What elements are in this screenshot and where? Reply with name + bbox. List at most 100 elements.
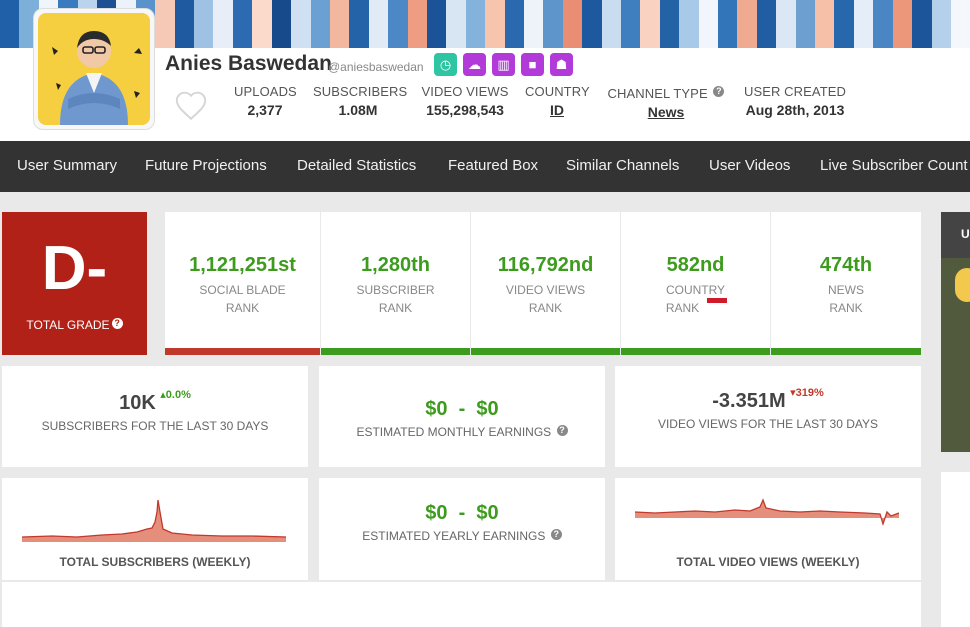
banner-stripe: [698, 0, 719, 48]
banner-stripe: [776, 0, 796, 48]
banner-stripe: [329, 0, 350, 48]
banner-stripe: [407, 0, 427, 48]
banner-stripe: [931, 0, 951, 48]
nav-user-summary[interactable]: User Summary: [17, 157, 117, 174]
users-icon[interactable]: ☗: [550, 53, 573, 76]
rank-bar: [165, 348, 320, 355]
cloud-upload-icon[interactable]: ☁: [463, 53, 486, 76]
banner-stripe: [640, 0, 660, 48]
banner-stripe: [232, 0, 253, 48]
side-panel: U: [941, 212, 970, 452]
news-rank-card: 474th NEWS RANK: [771, 212, 921, 355]
rank-label: SUBSCRIBER RANK: [321, 281, 470, 317]
views-stat: VIDEO VIEWS 155,298,543: [420, 84, 510, 118]
subscribers-weekly-label: TOTAL SUBSCRIBERS (WEEKLY): [59, 555, 251, 569]
views-30-days-value: -3.351M: [712, 390, 786, 412]
bottom-card: [2, 582, 921, 627]
views-weekly-card: TOTAL VIDEO VIEWS (WEEKLY): [615, 478, 921, 580]
nav-future-projections[interactable]: Future Projections: [145, 157, 267, 174]
social-blade-rank-card: 1,121,251st SOCIAL BLADE RANK: [165, 212, 320, 355]
help-icon[interactable]: ?: [550, 529, 562, 540]
banner-stripe: [388, 0, 408, 48]
channel-type-label-row: CHANNEL TYPE ?: [606, 86, 726, 101]
banner-stripe: [543, 0, 563, 48]
grade-label-row: TOTAL GRADE?: [2, 318, 147, 332]
rank-bar: [621, 348, 770, 355]
stats-icon[interactable]: ▥: [492, 53, 515, 76]
banner-stripe: [815, 0, 835, 48]
heart-icon[interactable]: [174, 89, 208, 123]
clock-icon[interactable]: ◷: [434, 53, 457, 76]
rank-value: 1,121,251st: [189, 254, 296, 276]
rank-label-line1: NEWS: [828, 283, 864, 297]
help-icon[interactable]: ?: [111, 318, 123, 329]
rank-label-line1: VIDEO VIEWS: [505, 283, 586, 297]
rank-label: VIDEO VIEWS RANK: [471, 281, 620, 317]
subscribers-change-value: 0.0%: [165, 389, 191, 401]
channel-header: Anies Baswedan @aniesbaswedan ◷ ☁ ▥ ■ ☗ UPLO…: [0, 8, 970, 141]
views-label: VIDEO VIEWS: [421, 84, 509, 99]
monthly-earnings-card: $0 - $0 ESTIMATED MONTHLY EARNINGS ?: [319, 366, 605, 467]
grade-value: D-: [41, 234, 108, 303]
help-icon[interactable]: ?: [556, 425, 568, 436]
banner-stripe: [737, 0, 757, 48]
rank-label-line1: SOCIAL BLADE: [199, 283, 286, 297]
nav-featured-box[interactable]: Featured Box: [448, 157, 538, 174]
banner-stripe: [562, 0, 583, 48]
subscribers-30-days-value: 10K: [119, 392, 156, 414]
banner-stripe: [252, 0, 272, 48]
monthly-earnings-value: $0 - $0: [425, 398, 499, 420]
banner-stripe: [504, 0, 524, 48]
avatar-illustration: [38, 13, 150, 125]
uploads-label: UPLOADS: [234, 84, 297, 99]
rank-bar: [771, 348, 921, 355]
channel-type-link[interactable]: News: [606, 104, 726, 120]
channel-handle[interactable]: @aniesbaswedan: [328, 60, 424, 74]
rank-value: 582nd: [666, 254, 725, 276]
rank-value: 474th: [819, 254, 873, 276]
rank-label-line2: RANK: [665, 301, 700, 315]
nav-similar-channels[interactable]: Similar Channels: [566, 157, 679, 174]
banner-stripe: [194, 0, 214, 48]
banner-stripe: [271, 0, 292, 48]
uploads-stat: UPLOADS 2,377: [234, 84, 297, 118]
country-link[interactable]: ID: [525, 102, 589, 118]
yearly-earnings-card: $0 - $0 ESTIMATED YEARLY EARNINGS ?: [319, 478, 605, 580]
side-panel-avatar: [955, 268, 970, 302]
rank-label-line1: COUNTRY: [665, 283, 726, 297]
created-value: Aug 28th, 2013: [745, 102, 845, 118]
banner-stripe: [426, 0, 447, 48]
rank-bar: [321, 348, 470, 355]
banner-stripe: [756, 0, 777, 48]
help-icon[interactable]: ?: [713, 86, 725, 97]
rank-bar: [471, 348, 620, 355]
banner-stripe: [834, 0, 854, 48]
side-panel-lower: [941, 472, 970, 627]
nav-user-videos[interactable]: User Videos: [709, 157, 790, 174]
subscribers-weekly-sparkline: [22, 499, 287, 542]
side-panel-thumbnail[interactable]: [941, 258, 970, 452]
banner-stripe: [601, 0, 621, 48]
banner-stripe: [349, 0, 369, 48]
rank-label-line2: RANK: [829, 301, 863, 315]
video-camera-icon[interactable]: ■: [521, 53, 544, 76]
channel-type-label: CHANNEL TYPE: [607, 86, 708, 101]
yearly-earnings-label: ESTIMATED YEARLY EARNINGS: [362, 529, 546, 543]
total-grade-card: D- TOTAL GRADE?: [2, 212, 147, 355]
channel-avatar[interactable]: [33, 8, 155, 130]
nav-live-subscriber-count[interactable]: Live Subscriber Count: [820, 157, 968, 174]
subscribers-value: 1.08M: [338, 102, 378, 118]
banner-stripe: [465, 0, 486, 48]
grade-label: TOTAL GRADE: [26, 318, 110, 332]
banner-stripe: [213, 0, 233, 48]
banner-stripe: [310, 0, 330, 48]
banner-stripe: [368, 0, 389, 48]
banner-stripe: [795, 0, 816, 48]
rank-label: SOCIAL BLADE RANK: [165, 281, 320, 317]
views-30-days-label: VIDEO VIEWS FOR THE LAST 30 DAYS: [657, 417, 879, 431]
views-weekly-label: TOTAL VIDEO VIEWS (WEEKLY): [676, 555, 860, 569]
banner-stripe: [485, 0, 505, 48]
subscriber-rank-card: 1,280th SUBSCRIBER RANK: [321, 212, 470, 355]
nav-detailed-statistics[interactable]: Detailed Statistics: [297, 157, 416, 174]
banner-stripe: [582, 0, 602, 48]
